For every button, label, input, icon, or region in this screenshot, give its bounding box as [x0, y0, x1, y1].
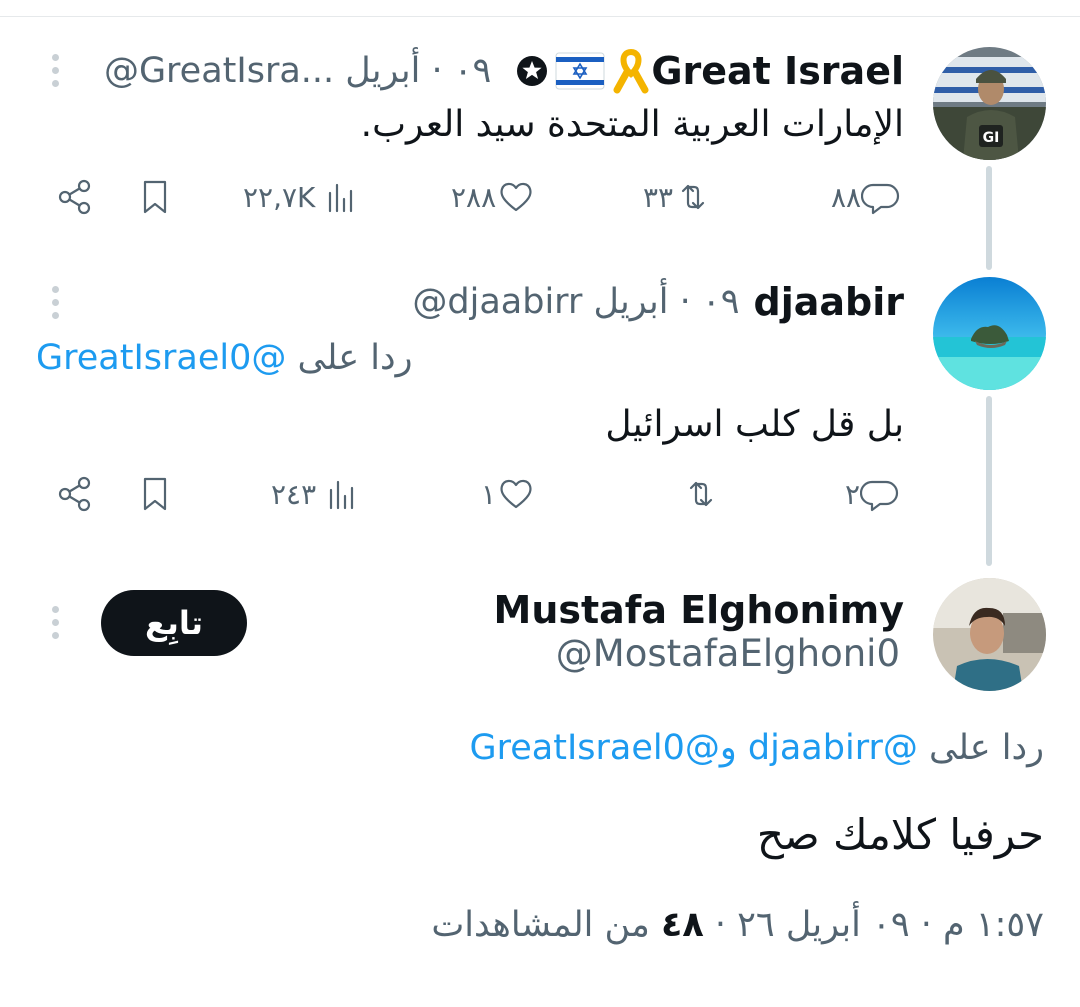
tweet-text: الإمارات العربية المتحدة سيد العرب. [360, 104, 904, 145]
tweet-meta: @djaabirr ٠٩ · أبريل [412, 282, 739, 322]
author-name[interactable]: Great Israel [651, 49, 904, 93]
tweet-header: Mustafa Elghonimy [494, 588, 905, 632]
star-badge-icon [517, 56, 548, 86]
reply-icon [860, 480, 899, 512]
share-button[interactable] [55, 177, 95, 217]
share-button[interactable] [55, 474, 95, 514]
mention-link[interactable]: @GreatIsrael0 [470, 728, 720, 768]
replying-prefix: ردا على [297, 338, 413, 378]
top-divider [0, 16, 1080, 17]
avatar-great-israel[interactable]: GI [933, 47, 1046, 160]
reply-count: ٢ [845, 477, 861, 511]
views-number: ٤٨ [661, 905, 704, 945]
mention-link[interactable]: @djaabirr [748, 728, 918, 768]
thread-connector [986, 166, 992, 270]
retweet-button[interactable] [678, 474, 721, 514]
israel-flag-icon [555, 52, 605, 90]
bookmark-button[interactable] [135, 474, 175, 514]
avatar-djaabir[interactable] [933, 277, 1046, 390]
more-icon [51, 54, 59, 61]
svg-text:GI: GI [983, 130, 1000, 146]
more-options-button[interactable] [48, 280, 62, 325]
view-count: ٢٤٣ [271, 477, 317, 511]
bookmark-icon [143, 477, 167, 511]
tweet-header: djaabir @djaabirr ٠٩ · أبريل [412, 280, 904, 324]
author-name[interactable]: djaabir [754, 280, 904, 324]
retweet-count: ٣٣ [643, 180, 674, 214]
heart-icon [500, 182, 532, 212]
profile-badges [515, 48, 651, 94]
replying-to: ردا على @GreatIsrael0 [36, 338, 413, 378]
avatar-mustafa-elghonimy[interactable] [933, 578, 1046, 691]
thread-connector [986, 396, 992, 566]
view-count: ٢٢,٧K [243, 180, 316, 214]
yellow-ribbon-icon [613, 48, 649, 94]
tweet-date[interactable]: ٠٩ · أبريل [594, 282, 740, 322]
tweet-meta: @GreatIsra... ٠٩ · أبريل [104, 51, 491, 91]
views-label: من المشاهدات [431, 905, 661, 945]
like-button[interactable]: ١ [478, 474, 536, 514]
bookmark-button[interactable] [135, 177, 175, 217]
tweet-text: حرفيا كلامك صح [756, 810, 1044, 859]
like-count: ٢٨٨ [451, 180, 497, 214]
reply-button[interactable]: ٢ [842, 474, 900, 514]
reply-button[interactable]: ٨٨ [828, 177, 901, 217]
timestamp[interactable]: ١:٥٧ م · ٠٩ أبريل ٢٦ · [704, 905, 1044, 945]
reply-count: ٨٨ [831, 180, 862, 214]
more-options-button[interactable] [48, 600, 62, 645]
views-icon [330, 480, 354, 510]
more-icon [51, 606, 59, 613]
tweet-footer: ١:٥٧ م · ٠٩ أبريل ٢٦ · ٤٨ من المشاهدات [431, 905, 1044, 945]
tweet-text: بل قل كلب اسرائيل [605, 404, 904, 445]
author-handle[interactable]: @djaabirr [412, 282, 582, 322]
author-handle[interactable]: @GreatIsra... [104, 51, 334, 91]
tweet-date[interactable]: ٠٩ · أبريل [345, 51, 491, 91]
author-name[interactable]: Mustafa Elghonimy [494, 588, 905, 632]
tweet-header: Great Israel @GreatIsra... ٠٩ · أبريل [104, 48, 904, 94]
views-button[interactable]: ٢٢,٧K [240, 177, 361, 217]
like-count: ١ [481, 477, 497, 511]
follow-button[interactable]: تابِع [101, 590, 247, 656]
retweet-button[interactable]: ٣٣ [640, 177, 713, 217]
retweet-icon [681, 184, 705, 210]
views-button[interactable]: ٢٤٣ [268, 474, 362, 514]
reply-icon [861, 183, 900, 215]
share-icon [58, 476, 91, 512]
replying-prefix: ردا على [929, 728, 1044, 768]
replying-to: ردا على @djaabirr و@GreatIsrael0 [470, 728, 1044, 768]
views-icon [329, 183, 353, 213]
more-options-button[interactable] [48, 48, 62, 93]
like-button[interactable]: ٢٨٨ [448, 177, 536, 217]
author-handle[interactable]: @MostafaElghoni0 [556, 632, 900, 675]
retweet-icon [689, 481, 713, 507]
more-icon [51, 286, 59, 293]
share-icon [58, 179, 91, 215]
mention-conjunction: و [719, 728, 748, 768]
mention-link[interactable]: @GreatIsrael0 [36, 338, 286, 378]
heart-icon [500, 479, 532, 509]
bookmark-icon [143, 180, 167, 214]
